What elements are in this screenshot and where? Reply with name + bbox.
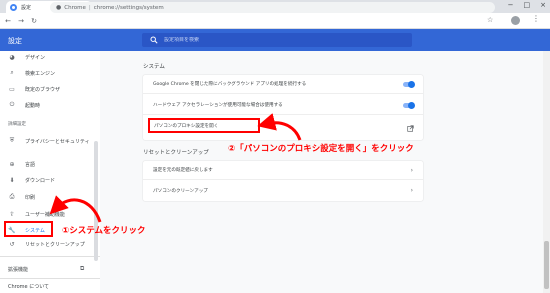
background-apps-toggle[interactable] <box>403 80 415 88</box>
settings-favicon-icon <box>10 3 17 11</box>
search-icon: ⌕ <box>10 69 14 76</box>
row-label: パソコンのクリーンアップ <box>153 188 208 194</box>
row-label: ハードウェア アクセラレーションが使用可能な場合は使用する <box>153 103 283 108</box>
search-input[interactable] <box>164 37 364 43</box>
background-apps-row[interactable]: Google Chrome を閉じた際にバックグラウンド アプリの処理を続行する <box>143 75 423 94</box>
sidebar-item-label: ダウンロード <box>25 177 56 184</box>
sidebar-item-about[interactable]: Chrome について <box>0 280 100 292</box>
step2-annotation: ②「パソコンのプロキシ設定を開く」をクリック <box>228 144 414 154</box>
sidebar-divider <box>0 278 100 279</box>
browser-icon: ▭ <box>9 85 15 93</box>
chevron-right-icon: › <box>410 187 413 194</box>
sidebar-item-label: 言語 <box>25 161 36 168</box>
search-icon <box>150 36 158 44</box>
cleanup-row[interactable]: パソコンのクリーンアップ › <box>143 181 423 200</box>
omnibox-url: chrome://settings/system <box>93 4 164 11</box>
maximize-button[interactable]: □ <box>524 1 531 9</box>
close-window-button[interactable]: × <box>540 1 546 9</box>
accessibility-icon: ☦ <box>10 210 14 218</box>
power-icon: ⏻ <box>9 101 15 108</box>
reset-icon: ↺ <box>9 240 15 248</box>
reload-icon[interactable]: ↻ <box>29 17 39 25</box>
system-section-title: システム <box>143 64 165 70</box>
step1-annotation: ①システムをクリック <box>62 226 146 236</box>
sidebar-item-languages[interactable]: ⊕ 言語 <box>0 158 100 170</box>
sidebar: ◕ デザイン ⌕ 検索エンジン ▭ 既定のブラウザ ⏻ 起動時 詳細設定 ⛨ プ… <box>0 51 100 293</box>
profile-avatar[interactable] <box>511 16 520 25</box>
main-scrollbar[interactable] <box>543 51 550 293</box>
sidebar-item-on-startup[interactable]: ⏻ 起動時 <box>0 99 100 111</box>
reset-card: 設定を元の既定値に戻します › パソコンのクリーンアップ › <box>143 161 423 201</box>
sidebar-item-label: Chrome について <box>8 283 50 290</box>
settings-main: システム Google Chrome を閉じた際にバックグラウンド アプリの処理… <box>100 51 550 293</box>
download-icon: ⬇ <box>9 176 15 184</box>
sidebar-item-label: ユーザー補助機能 <box>25 211 65 218</box>
sidebar-item-reset[interactable]: ↺ リセットとクリーンアップ <box>0 238 100 250</box>
settings-header: 設定 <box>0 29 550 51</box>
sidebar-item-label: 印刷 <box>25 194 36 201</box>
sidebar-item-label: 拡張機能 <box>8 266 29 273</box>
row-label: Google Chrome を閉じた際にバックグラウンド アプリの処理を続行する <box>153 82 307 87</box>
sidebar-item-label: 既定のブラウザ <box>25 86 61 93</box>
sidebar-item-label: 検索エンジン <box>25 70 56 77</box>
sidebar-item-design[interactable]: ◕ デザイン <box>0 51 100 63</box>
sidebar-item-label: 起動時 <box>25 102 41 109</box>
sidebar-item-default-browser[interactable]: ▭ 既定のブラウザ <box>0 83 100 95</box>
sidebar-item-printing[interactable]: ⎙ 印刷 <box>0 191 100 203</box>
omnibox-site: Chrome <box>64 4 86 11</box>
reset-section-title: リセットとクリーンアップ <box>143 150 209 156</box>
menu-icon[interactable]: ⋮ <box>532 15 540 23</box>
bookmark-star-icon[interactable]: ☆ <box>487 16 493 24</box>
sidebar-item-privacy[interactable]: ⛨ プライバシーとセキュリティ <box>0 135 100 147</box>
restore-defaults-row[interactable]: 設定を元の既定値に戻します › <box>143 161 423 180</box>
proxy-settings-link[interactable]: パソコンのプロキシ設定を開く <box>148 118 260 133</box>
sidebar-item-downloads[interactable]: ⬇ ダウンロード <box>0 174 100 186</box>
hardware-acceleration-toggle[interactable] <box>403 101 415 109</box>
shield-icon: ⛨ <box>9 137 15 144</box>
hardware-acceleration-row[interactable]: ハードウェア アクセラレーションが使用可能な場合は使用する <box>143 96 423 115</box>
chevron-right-icon: › <box>410 166 413 174</box>
sidebar-item-extensions[interactable]: 拡張機能 ⧉ <box>0 263 100 275</box>
palette-icon: ◕ <box>9 53 15 61</box>
print-icon: ⎙ <box>9 193 15 200</box>
minimize-button[interactable]: − <box>508 1 514 9</box>
advanced-section-header[interactable]: 詳細設定 <box>8 121 26 127</box>
open-external-icon <box>407 125 414 132</box>
page-title: 設定 <box>8 37 22 45</box>
main-scroll-thumb[interactable] <box>544 241 549 289</box>
sidebar-item-accessibility[interactable]: ☦ ユーザー補助機能 <box>0 208 100 220</box>
sidebar-item-label: デザイン <box>25 54 46 61</box>
row-label: 設定を元の既定値に戻します <box>153 168 213 173</box>
sidebar-divider <box>0 256 100 257</box>
sidebar-scrollbar[interactable] <box>94 141 98 261</box>
system-highlight-box <box>4 221 53 237</box>
address-bar[interactable]: ● Chrome | chrome://settings/system <box>50 2 495 13</box>
open-external-icon: ⧉ <box>80 265 85 272</box>
row-label: パソコンのプロキシ設定を開く <box>154 123 219 129</box>
sidebar-item-label: リセットとクリーンアップ <box>25 241 85 248</box>
forward-icon[interactable]: → <box>16 17 26 25</box>
back-icon[interactable]: ← <box>3 17 13 25</box>
chrome-site-icon: ● <box>56 4 62 11</box>
browser-toolbar: ← → ↻ <box>0 13 550 29</box>
sidebar-item-label: プライバシーとセキュリティ <box>25 138 90 145</box>
sidebar-item-search-engine[interactable]: ⌕ 検索エンジン <box>0 67 100 79</box>
settings-search[interactable] <box>142 33 412 47</box>
window-controls: − □ × <box>508 1 546 9</box>
globe-icon: ⊕ <box>9 160 15 168</box>
